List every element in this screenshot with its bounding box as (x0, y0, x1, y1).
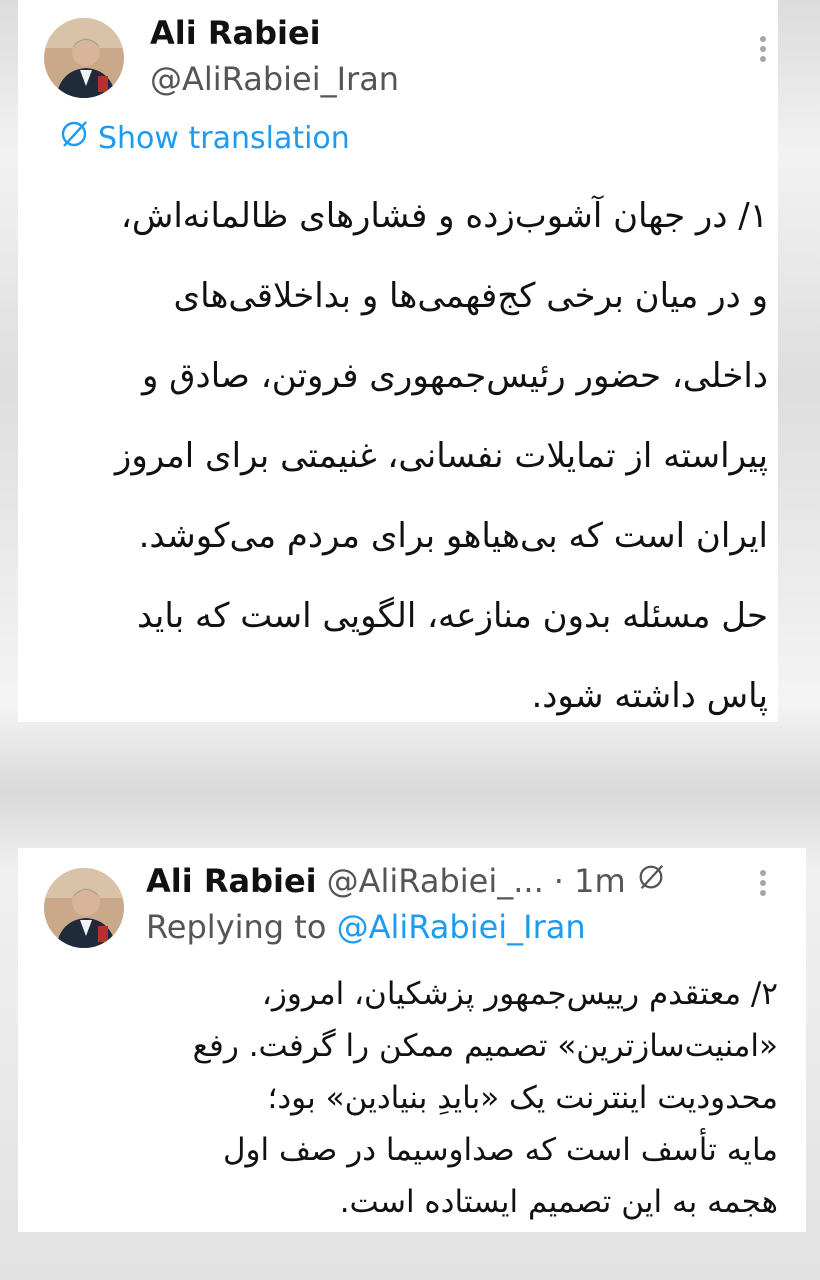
tweet-text-line: ایران است که بی‌هیاهو برای مردم می‌کوشد. (138, 516, 768, 556)
tweet-text-line: «امنیت‌سازترین» تصمیم ممکن را گرفت. رفع (192, 1028, 778, 1064)
show-translation-label: Show translation (98, 120, 350, 156)
avatar[interactable] (44, 18, 124, 98)
tweet-text-line: محدودیت اینترنت یک «بایدِ بنیادین» بود؛ (267, 1080, 778, 1116)
tweet-text-line: مایه تأسف است که صداوسیما در صف اول (223, 1132, 778, 1168)
avatar[interactable] (44, 868, 124, 948)
tweet-card-1[interactable]: Ali Rabiei @AliRabiei_Iran Show translat… (18, 0, 778, 722)
replying-to: Replying to @AliRabiei_Iran (146, 908, 586, 946)
display-name[interactable]: Ali Rabiei (150, 14, 321, 52)
tweet-text-line: پیراسته از تمایلات نفسانی، غنیمتی برای ا… (114, 436, 768, 476)
tweet-card-2[interactable]: Ali Rabiei @AliRabiei_... · 1m Replying … (18, 848, 806, 1232)
tweet-text-line: ۲/ معتقدم رییس‌جمهور پزشکیان، امروز، (261, 976, 778, 1012)
replying-to-handle-link[interactable]: @AliRabiei_Iran (337, 908, 586, 946)
more-vertical-icon[interactable] (748, 34, 778, 64)
more-vertical-icon[interactable] (748, 868, 778, 898)
timestamp[interactable]: · 1m (554, 862, 626, 900)
tweet-text-line: داخلی، حضور رئیس‌جمهوری فروتن، صادق و (141, 356, 768, 396)
user-handle[interactable]: @AliRabiei_Iran (150, 60, 399, 98)
display-name[interactable]: Ali Rabiei (146, 862, 317, 900)
tweet-text-line: ۱/ در جهان آشوب‌زده و فشارهای ظالمانه‌اش… (120, 196, 768, 236)
user-handle[interactable]: @AliRabiei_... (327, 862, 544, 900)
tweet-meta: Ali Rabiei @AliRabiei_... · 1m (146, 862, 666, 900)
replying-to-label: Replying to (146, 908, 327, 946)
translate-slash-icon (636, 862, 666, 900)
tweet-text: ۱/ در جهان آشوب‌زده و فشارهای ظالمانه‌اش… (46, 176, 768, 736)
tweet-text-line: و در میان برخی کج‌فهمی‌ها و بداخلاقی‌های (173, 276, 768, 316)
tweet-text-line: هجمه به این تصمیم ایستاده است. (339, 1184, 778, 1220)
tweet-text-line: حل مسئله بدون منازعه، الگویی است که باید (137, 596, 768, 636)
tweet-text: ۲/ معتقدم رییس‌جمهور پزشکیان، امروز، «ام… (38, 968, 778, 1228)
tweet-text-line: پاس داشته شود. (531, 676, 768, 716)
translate-slash-icon (58, 118, 98, 158)
show-translation-link[interactable]: Show translation (58, 118, 350, 158)
